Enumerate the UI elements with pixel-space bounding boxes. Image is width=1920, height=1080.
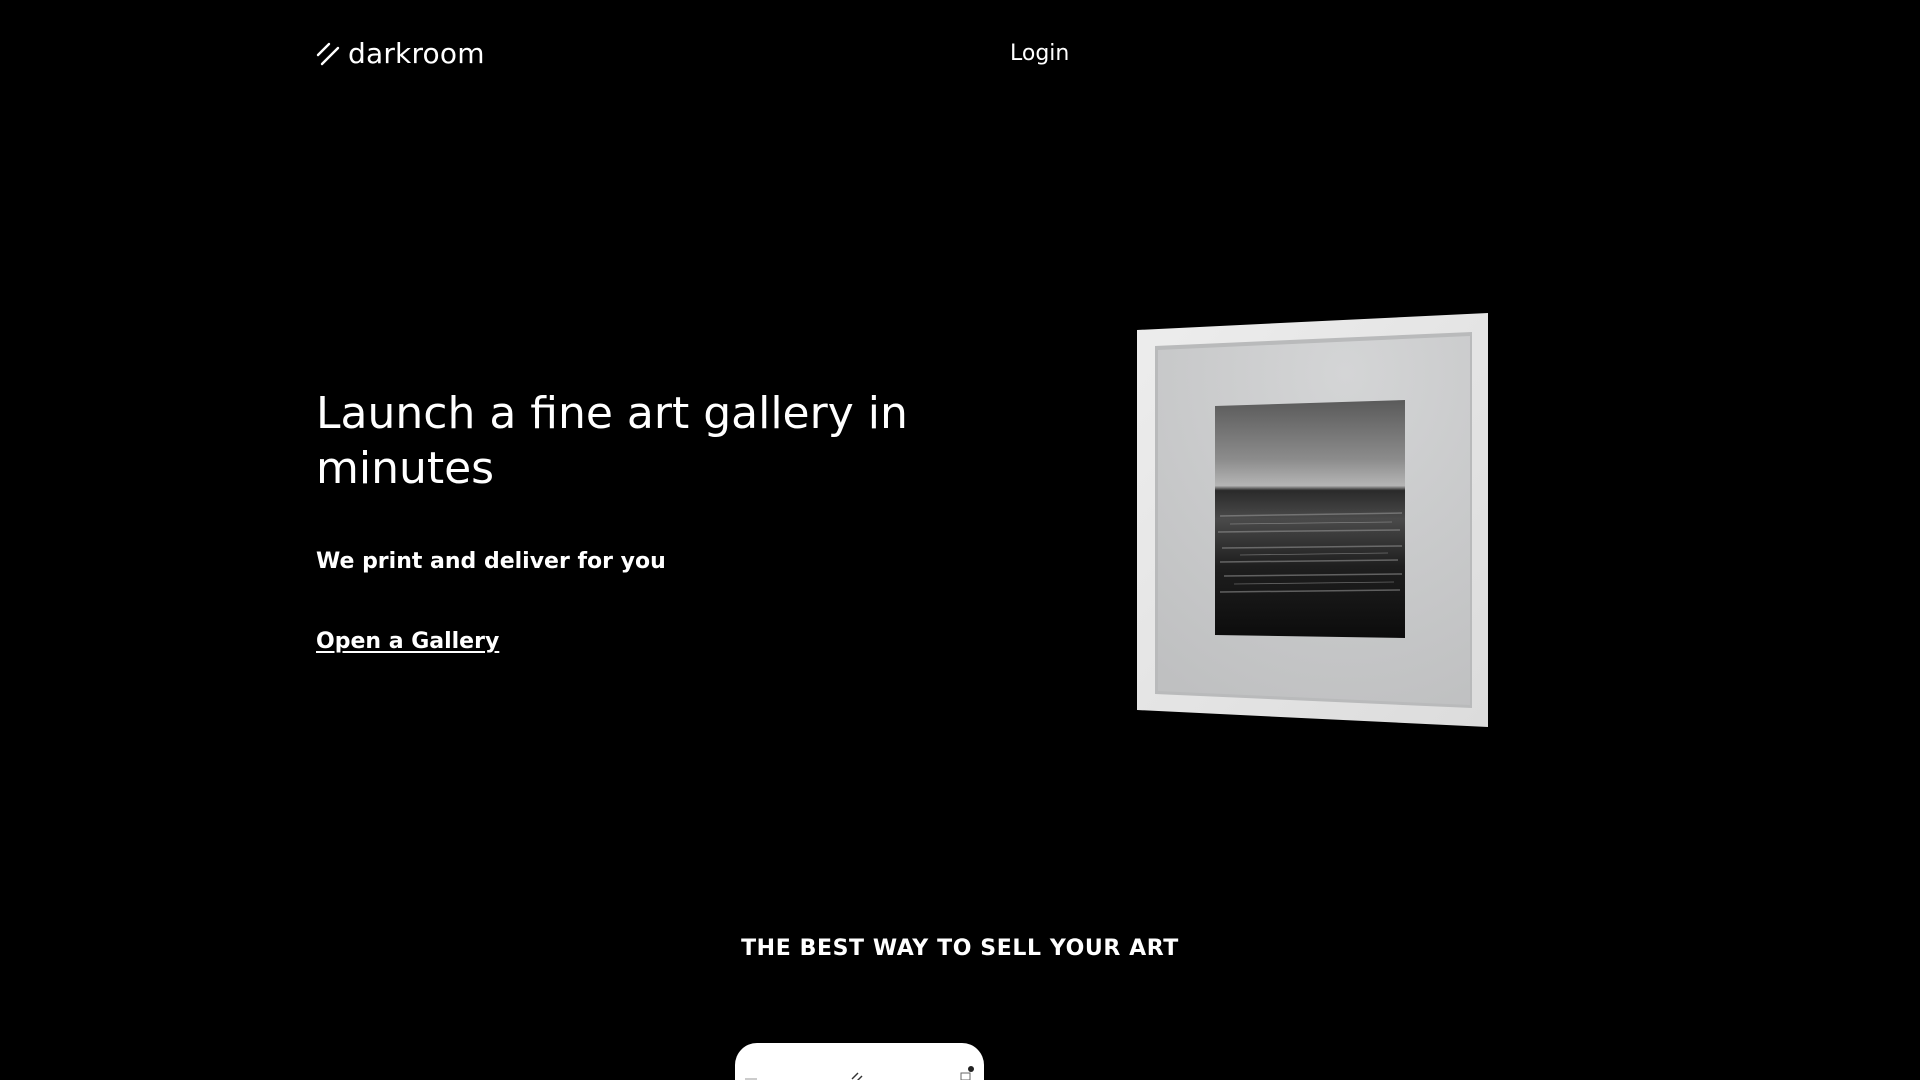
landing-page: darkroom Login Launch a fine art gallery…: [0, 0, 1920, 1080]
login-link[interactable]: Login: [1010, 40, 1069, 68]
phone-preview: [735, 1043, 984, 1080]
hero-title: Launch a fine art gallery in minutes: [316, 388, 908, 494]
menu-icon: [745, 1071, 757, 1080]
section-heading: THE BEST WAY TO SELL YOUR ART: [741, 936, 1179, 961]
open-gallery-link[interactable]: Open a Gallery: [316, 628, 499, 656]
double-slash-icon: [851, 1069, 863, 1080]
logo-link[interactable]: darkroom: [316, 38, 485, 70]
logo-text: darkroom: [348, 37, 485, 70]
framed-artwork-image: [1130, 310, 1490, 730]
cart-icon: [959, 1065, 975, 1080]
hero-subtitle: We print and deliver for you: [316, 549, 666, 574]
double-slash-icon: [316, 42, 340, 66]
